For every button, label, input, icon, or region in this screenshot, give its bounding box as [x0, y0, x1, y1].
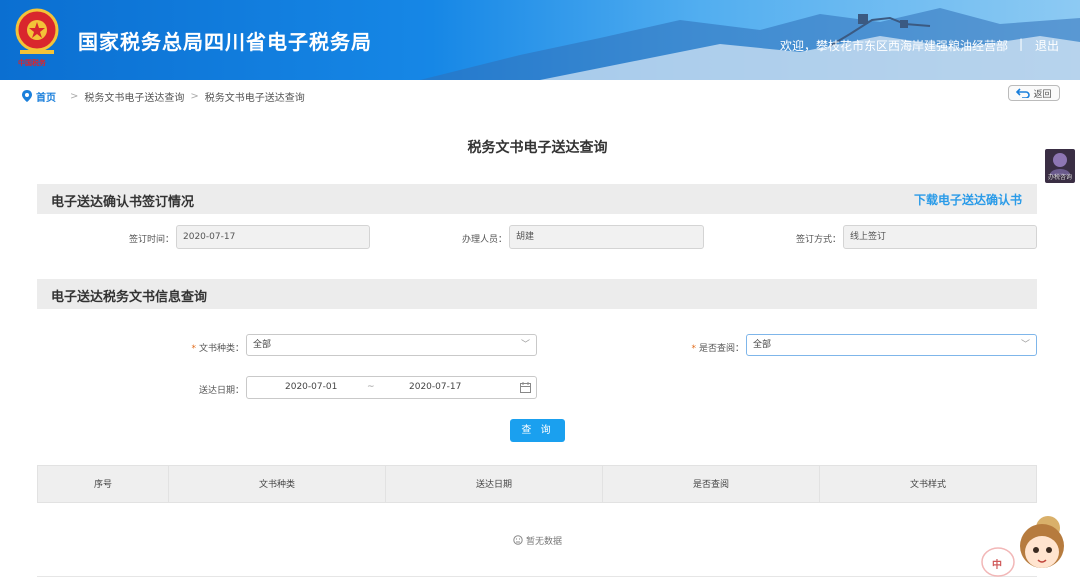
empty-face-icon: [513, 535, 523, 545]
section-confirmation-header: 电子送达确认书签订情况 下载电子送达确认书: [37, 184, 1037, 214]
tax-emblem-logo: 中国税务: [12, 8, 62, 70]
mascot-lang-label[interactable]: 中: [992, 556, 1002, 571]
viewed-label: * 是否查阅：: [691, 344, 744, 354]
breadcrumb-home[interactable]: 首页: [36, 89, 56, 104]
logout-link[interactable]: 退出: [1035, 37, 1059, 54]
required-asterisk: *: [691, 344, 696, 354]
col-viewed: 是否查阅: [603, 466, 820, 502]
date-range-separator: ~: [367, 382, 375, 392]
breadcrumb-arrow-icon: >: [70, 90, 79, 102]
back-arrow-icon: [1016, 88, 1031, 98]
handler-field: 胡建: [509, 225, 704, 249]
breadcrumb-item-current: 税务文书电子送达查询: [204, 92, 305, 104]
site-title: 国家税务总局四川省电子税务局: [78, 30, 372, 54]
emblem-caption: 中国税务: [18, 59, 46, 67]
back-button-label: 返回: [1033, 89, 1052, 100]
welcome-text: 欢迎，攀枝花市东区西海岸建强粮油经营部: [779, 39, 1008, 53]
site-header: 中国税务 国家税务总局四川省电子税务局 欢迎，攀枝花市东区西海岸建强粮油经营部 …: [0, 0, 1080, 80]
required-asterisk: *: [191, 344, 196, 354]
handler-label: 办理人员：: [461, 235, 507, 245]
date-start[interactable]: 2020-07-01: [285, 382, 337, 392]
calendar-icon[interactable]: [520, 382, 531, 393]
empty-text: 暂无数据: [525, 537, 562, 547]
back-button[interactable]: 返回: [1008, 85, 1060, 101]
col-doc-type: 文书种类: [169, 466, 386, 502]
tax-consult-widget[interactable]: 办税咨询: [1045, 149, 1075, 183]
viewed-value: 全部: [753, 340, 772, 350]
section-query-header: 电子送达税务文书信息查询: [37, 279, 1037, 309]
delivery-date-label: 送达日期：: [198, 386, 244, 396]
breadcrumb-item[interactable]: 税务文书电子送达查询: [84, 89, 184, 104]
col-doc-style: 文书样式: [909, 480, 946, 490]
sign-method-label: 签订方式：: [795, 235, 841, 245]
header-separator: |: [1019, 37, 1024, 51]
delivery-date-range[interactable]: 2020-07-01 ~ 2020-07-17: [246, 376, 537, 399]
breadcrumb: 首页 > 税务文书电子送达查询 > 税务文书电子送达查询: [22, 88, 305, 104]
doc-type-select[interactable]: 全部 ﹀: [246, 334, 537, 356]
section-confirmation-title: 电子送达确认书签订情况: [51, 195, 195, 210]
breadcrumb-arrow-icon: >: [190, 90, 199, 102]
doc-type-label: * 文书种类：: [191, 344, 244, 354]
chevron-down-icon: ﹀: [1020, 340, 1030, 350]
date-end[interactable]: 2020-07-17: [409, 382, 461, 392]
sign-time-label: 签订时间：: [128, 235, 174, 245]
results-table-header: 序号 文书种类 送达日期 是否查阅 文书样式: [37, 465, 1037, 503]
doc-type-value: 全部: [253, 340, 272, 350]
tax-consult-label: 办税咨询: [1047, 174, 1072, 181]
table-bottom-divider: [37, 576, 1037, 577]
section-query-title: 电子送达税务文书信息查询: [51, 290, 208, 305]
sign-time-field: 2020-07-17: [176, 225, 370, 249]
location-pin-icon: [22, 90, 32, 102]
page-title: 税务文书电子送达查询: [467, 140, 608, 156]
empty-state: 暂无数据: [0, 534, 1075, 547]
chevron-down-icon: ﹀: [520, 340, 530, 350]
download-confirmation-link[interactable]: 下载电子送达确认书: [914, 191, 1022, 208]
col-index: 序号: [38, 466, 169, 502]
viewed-select[interactable]: 全部 ﹀: [746, 334, 1037, 356]
col-delivery-date: 送达日期: [386, 466, 603, 502]
mascot-girl-icon: [981, 516, 1064, 577]
sign-method-field: 线上签订: [843, 225, 1037, 249]
mascot-assistant[interactable]: 中: [980, 504, 1080, 584]
query-button[interactable]: 查 询: [510, 419, 565, 442]
